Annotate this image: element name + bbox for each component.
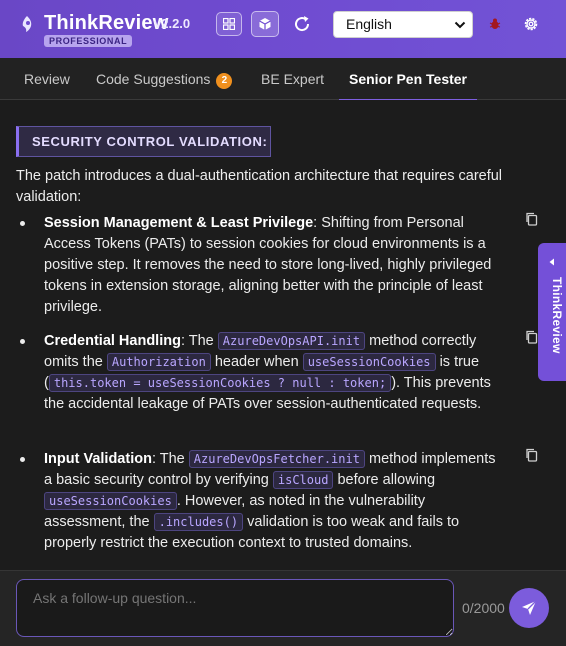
bullet-dot	[20, 221, 25, 226]
section-heading: SECURITY CONTROL VALIDATION:	[16, 126, 271, 157]
professional-badge: PROFESSIONAL	[44, 35, 133, 47]
tab-label: Code Suggestions	[96, 71, 211, 87]
version-label: v2.2.0	[154, 16, 191, 31]
intro-paragraph: The patch introduces a dual-authenticati…	[16, 168, 503, 205]
char-count: 0/2000	[462, 600, 505, 616]
caret-left-icon	[549, 258, 554, 266]
thinkreview-panel: ThinkReview v2.2.0 PROFESSIONAL English …	[0, 0, 566, 646]
inline-code: useSessionCookies	[302, 353, 436, 371]
inline-code: isCloud	[272, 471, 334, 489]
side-tab-label: ThinkReview	[550, 277, 564, 354]
grid-icon	[223, 18, 235, 30]
bug-icon	[489, 18, 501, 29]
item-title: Credential Handling	[44, 333, 181, 349]
bullet-dot	[20, 339, 25, 344]
tab-label: Senior Pen Tester	[349, 71, 468, 87]
grid-button[interactable]	[216, 12, 242, 36]
item-text: The	[188, 333, 214, 349]
suggestion-count-badge: 2	[216, 73, 233, 89]
gear-icon	[524, 17, 538, 31]
follow-up-input[interactable]	[16, 579, 454, 637]
language-selected: English	[346, 16, 392, 32]
tab-label: BE Expert	[261, 71, 325, 87]
header: ThinkReview v2.2.0 PROFESSIONAL English	[0, 0, 566, 58]
tab-code-suggestions[interactable]: Code Suggestions 2	[96, 58, 233, 100]
list-item: Session Management & Least Privilege: Sh…	[44, 215, 492, 315]
refresh-icon	[295, 16, 310, 32]
item-text: before allowing	[337, 472, 436, 488]
send-button[interactable]	[509, 588, 549, 628]
item-title: Session Management & Least Privilege	[44, 215, 314, 231]
language-select[interactable]: English	[333, 11, 473, 38]
inline-code: AzureDevOpsAPI.init	[217, 332, 366, 350]
item-text: header when	[214, 354, 299, 370]
list-item: Input Validation: The AzureDevOpsFetcher…	[44, 450, 496, 551]
inline-code: AzureDevOpsFetcher.init	[188, 450, 365, 468]
brand-name: ThinkReview	[44, 12, 169, 34]
cube-icon	[259, 18, 271, 30]
send-icon	[522, 600, 537, 615]
copy-icon[interactable]	[525, 212, 539, 226]
tab-review[interactable]: Review	[24, 58, 70, 100]
thinkreview-side-tab[interactable]: ThinkReview	[538, 243, 566, 381]
copy-icon[interactable]	[525, 448, 539, 462]
tab-senior-pen-tester[interactable]: Senior Pen Tester	[338, 58, 478, 101]
cube-button[interactable]	[251, 11, 279, 37]
item-text: The	[159, 451, 185, 467]
inline-code: .includes()	[153, 513, 244, 531]
review-content: SECURITY CONTROL VALIDATION: The patch i…	[0, 100, 566, 570]
inline-code: this.token = useSessionCookies ? null : …	[48, 374, 392, 392]
bug-report-button[interactable]	[483, 12, 507, 36]
chevron-down-icon	[454, 21, 466, 29]
logo-icon	[22, 16, 32, 32]
bullet-dot	[20, 457, 25, 462]
settings-button[interactable]	[519, 12, 543, 36]
tab-be-expert[interactable]: BE Expert	[261, 58, 324, 100]
list-item: Credential Handling: The AzureDevOpsAPI.…	[44, 332, 491, 412]
copy-icon[interactable]	[525, 330, 539, 344]
inline-code: useSessionCookies	[44, 492, 177, 510]
tab-label: Review	[24, 71, 70, 87]
item-title: Input Validation	[44, 451, 152, 467]
chat-footer: 0/2000	[0, 570, 566, 646]
inline-code: Authorization	[106, 353, 211, 371]
tab-bar: Review Code Suggestions 2 BE Expert Senio…	[0, 58, 566, 101]
refresh-button[interactable]	[290, 12, 314, 36]
